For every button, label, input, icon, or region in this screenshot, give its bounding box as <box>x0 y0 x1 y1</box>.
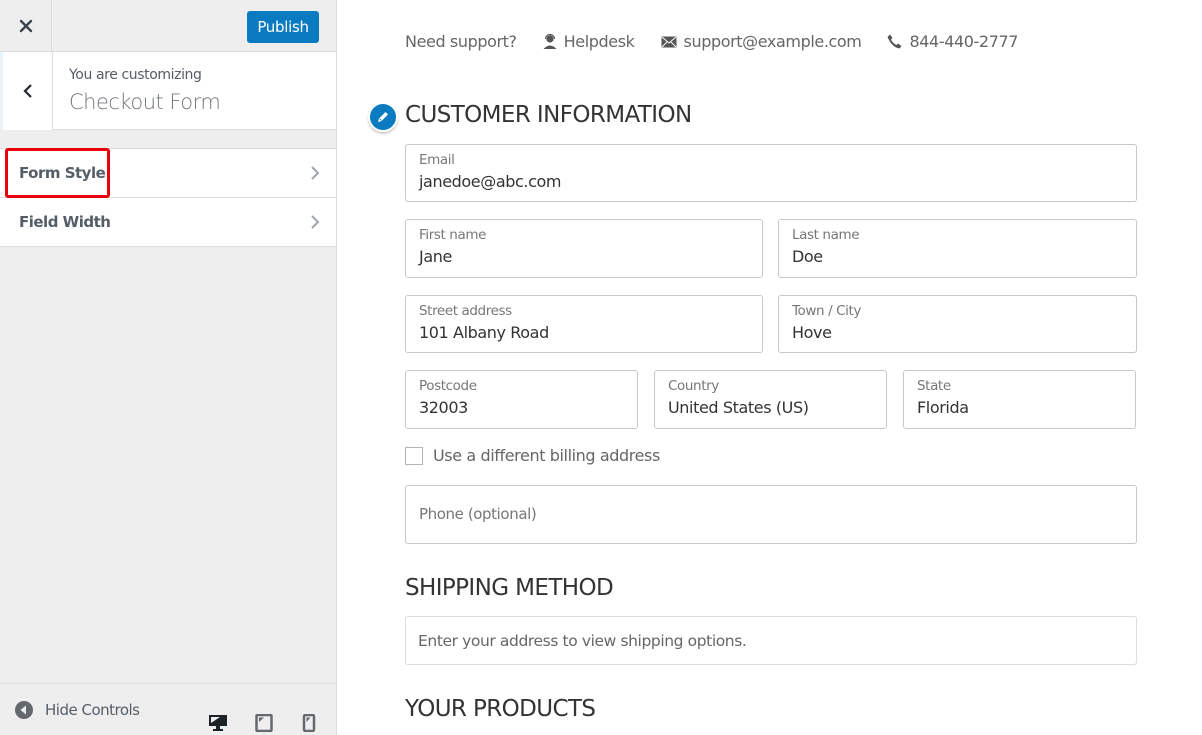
different-billing-address-option[interactable]: Use a different billing address <box>405 446 660 465</box>
customizer-header: Publish <box>0 0 336 52</box>
street-address-value: 101 Albany Road <box>419 323 549 342</box>
phone-field[interactable]: Phone (optional) <box>405 485 1137 544</box>
postcode-field[interactable]: Postcode 32003 <box>405 370 638 429</box>
country-value: United States (US) <box>668 398 809 417</box>
menu-item-label: Field Width <box>19 213 111 231</box>
site-preview: Need support? Helpdesk support@example.c… <box>338 0 1202 735</box>
support-prefix: Need support? <box>405 32 517 51</box>
section-title: Checkout Form <box>69 90 221 114</box>
state-value: Florida <box>917 398 969 417</box>
shipping-method-heading: SHIPPING METHOD <box>405 575 614 601</box>
close-icon <box>19 19 32 33</box>
envelope-icon <box>661 36 677 47</box>
first-name-value: Jane <box>419 247 452 266</box>
country-select[interactable]: Country United States (US) <box>654 370 887 429</box>
chevron-left-icon <box>22 84 32 98</box>
country-label: Country <box>668 378 719 394</box>
chevron-right-icon <box>311 215 320 229</box>
phone-icon <box>887 34 902 49</box>
phone-placeholder: Phone (optional) <box>419 505 537 523</box>
menu-item-form-style[interactable]: Form Style <box>0 149 336 198</box>
shipping-options-notice: Enter your address to view shipping opti… <box>405 616 1137 665</box>
device-tablet-button[interactable] <box>255 713 277 735</box>
section-menu: Form Style Field Width <box>0 148 336 247</box>
city-field[interactable]: Town / City Hove <box>778 295 1137 353</box>
email-label: Email <box>419 152 455 168</box>
support-email: support@example.com <box>683 32 862 51</box>
first-name-label: First name <box>419 227 486 243</box>
last-name-field[interactable]: Last name Doe <box>778 219 1137 278</box>
back-button[interactable] <box>0 52 53 130</box>
collapse-arrow-icon <box>15 701 33 719</box>
device-desktop-button[interactable] <box>208 714 230 735</box>
customizing-label: You are customizing <box>69 67 202 83</box>
first-name-field[interactable]: First name Jane <box>405 219 763 278</box>
hide-controls-label: Hide Controls <box>45 701 140 719</box>
device-preview-switcher <box>208 713 349 735</box>
shipping-options-message: Enter your address to view shipping opti… <box>418 632 747 650</box>
state-label: State <box>917 378 951 394</box>
support-phone-link[interactable]: 844-440-2777 <box>887 32 1018 51</box>
device-mobile-button[interactable] <box>302 713 324 735</box>
menu-item-label: Form Style <box>19 164 106 182</box>
last-name-label: Last name <box>792 227 860 243</box>
your-products-heading: YOUR PRODUCTS <box>405 696 596 722</box>
pencil-icon <box>378 112 388 122</box>
support-bar: Need support? Helpdesk support@example.c… <box>405 32 1044 51</box>
customizer-footer: Hide Controls <box>0 683 336 735</box>
postcode-label: Postcode <box>419 378 477 394</box>
city-label: Town / City <box>792 303 861 319</box>
support-phone: 844-440-2777 <box>909 32 1019 51</box>
city-value: Hove <box>792 323 832 342</box>
last-name-value: Doe <box>792 247 823 266</box>
different-billing-address-checkbox[interactable] <box>405 446 423 465</box>
tablet-icon <box>255 713 273 733</box>
street-address-field[interactable]: Street address 101 Albany Road <box>405 295 763 353</box>
edit-shortcut-button[interactable] <box>368 102 398 132</box>
support-email-link[interactable]: support@example.com <box>661 32 862 51</box>
different-billing-address-label: Use a different billing address <box>433 446 660 465</box>
helpdesk-label: Helpdesk <box>563 32 635 51</box>
hide-controls-button[interactable]: Hide Controls <box>14 700 140 720</box>
email-field[interactable]: Email janedoe@abc.com <box>405 144 1137 202</box>
helpdesk-link[interactable]: Helpdesk <box>543 32 635 51</box>
state-select[interactable]: State Florida <box>903 370 1136 429</box>
helpdesk-icon <box>543 33 557 49</box>
support-prefix-text: Need support? <box>405 32 517 51</box>
email-value: janedoe@abc.com <box>419 172 562 191</box>
publish-button[interactable]: Publish <box>247 11 319 43</box>
menu-item-field-width[interactable]: Field Width <box>0 198 336 247</box>
postcode-value: 32003 <box>419 398 468 417</box>
customer-information-heading: CUSTOMER INFORMATION <box>405 102 692 128</box>
street-address-label: Street address <box>419 303 512 319</box>
close-customizer-button[interactable] <box>0 0 52 52</box>
chevron-right-icon <box>311 166 320 180</box>
customizer-sidebar: Publish You are customizing Checkout For… <box>0 0 337 735</box>
desktop-icon <box>209 715 227 731</box>
section-header: You are customizing Checkout Form <box>0 52 336 130</box>
mobile-icon <box>302 713 316 733</box>
